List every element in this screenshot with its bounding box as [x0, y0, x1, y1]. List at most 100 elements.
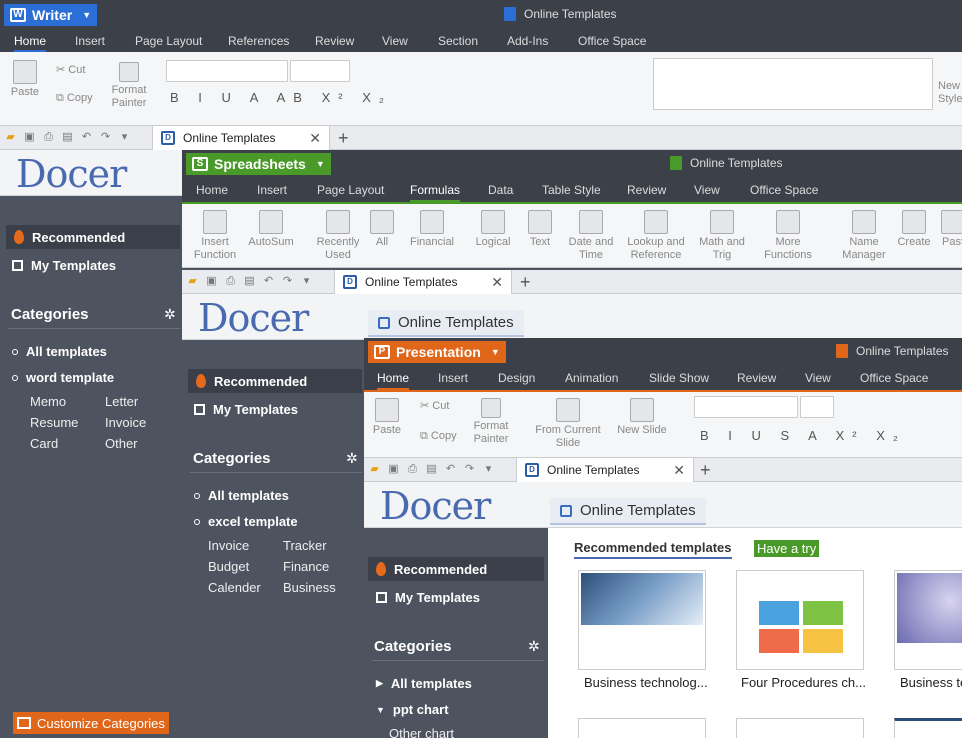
open-icon[interactable]: ▰ [186, 275, 199, 288]
template-thumbnail-1[interactable] [578, 570, 706, 670]
subcategory-business[interactable]: Business [283, 580, 336, 595]
more-functions-button[interactable]: More Functions [756, 210, 820, 262]
save-icon[interactable]: ▣ [387, 463, 400, 476]
template-thumbnail-6[interactable] [894, 718, 962, 738]
tab-insert[interactable]: Insert [257, 183, 287, 197]
new-tab-button[interactable]: + [700, 460, 711, 481]
open-icon[interactable]: ▰ [4, 131, 17, 144]
tab-design[interactable]: Design [498, 371, 535, 385]
insert-function-button[interactable]: Insert Function [188, 210, 242, 262]
recently-used-button[interactable]: Recently Used [312, 210, 364, 262]
open-icon[interactable]: ▰ [368, 463, 381, 476]
new-tab-button[interactable]: + [338, 128, 349, 149]
chevron-down-icon[interactable]: ▾ [118, 131, 131, 144]
autosum-button[interactable]: AutoSum [244, 210, 298, 249]
template-caption-2[interactable]: Four Procedures ch... [741, 675, 865, 690]
category-all-templates[interactable]: All templates [194, 488, 289, 503]
tab-home[interactable]: Home [196, 183, 228, 197]
preview-icon[interactable]: ▤ [61, 131, 74, 144]
template-caption-3[interactable]: Business te [900, 675, 962, 690]
chevron-down-icon[interactable]: ▾ [482, 463, 495, 476]
tab-page-layout[interactable]: Page Layout [135, 34, 202, 48]
subcategory-invoice[interactable]: Invoice [105, 415, 146, 430]
print-icon[interactable]: ⎙ [406, 463, 419, 476]
paste-button[interactable]: Past [938, 210, 962, 249]
tab-review[interactable]: Review [315, 34, 354, 48]
subcategory-resume[interactable]: Resume [30, 415, 78, 430]
from-current-slide-button[interactable]: From Current Slide [530, 398, 606, 450]
sidebar-item-my-templates[interactable]: My Templates [4, 253, 182, 277]
sidebar-item-my-templates[interactable]: My Templates [186, 397, 364, 421]
undo-icon[interactable]: ↶ [80, 131, 93, 144]
template-caption-1[interactable]: Business technolog... [584, 675, 708, 690]
tab-table-style[interactable]: Table Style [542, 183, 601, 197]
new-tab-button[interactable]: + [520, 272, 531, 293]
subcategory-calender[interactable]: Calender [208, 580, 261, 595]
tab-section[interactable]: Section [438, 34, 478, 48]
redo-icon[interactable]: ↷ [99, 131, 112, 144]
gear-icon[interactable]: ✲ [346, 450, 358, 467]
tab-view[interactable]: View [805, 371, 831, 385]
redo-icon[interactable]: ↷ [463, 463, 476, 476]
subcategory-invoice[interactable]: Invoice [208, 538, 249, 553]
style-gallery[interactable] [653, 58, 933, 110]
create-button[interactable]: Create [894, 210, 934, 249]
spreadsheets-content-tab[interactable]: Online Templates [368, 310, 524, 337]
math-trig-button[interactable]: Math and Trig [694, 210, 750, 262]
presentation-content-tab[interactable]: Online Templates [550, 498, 706, 525]
tab-review[interactable]: Review [627, 183, 666, 197]
undo-icon[interactable]: ↶ [262, 275, 275, 288]
tab-page-layout[interactable]: Page Layout [317, 183, 384, 197]
financial-button[interactable]: Financial [404, 210, 460, 249]
print-icon[interactable]: ⎙ [42, 131, 55, 144]
subcategory-other-chart[interactable]: Other chart [389, 726, 454, 738]
tab-view[interactable]: View [694, 183, 720, 197]
tab-insert[interactable]: Insert [438, 371, 468, 385]
all-functions-button[interactable]: All [366, 210, 398, 249]
format-painter-button[interactable]: Format Painter [470, 398, 512, 446]
presentation-doc-tab[interactable]: D Online Templates ✕ [516, 458, 694, 482]
copy-button[interactable]: ⧉ Copy [56, 92, 106, 105]
writer-doc-tab[interactable]: D Online Templates ✕ [152, 126, 330, 150]
preview-icon[interactable]: ▤ [425, 463, 438, 476]
category-excel-template[interactable]: excel template [194, 514, 298, 529]
subcategory-other[interactable]: Other [105, 436, 138, 451]
preview-icon[interactable]: ▤ [243, 275, 256, 288]
category-all-templates[interactable]: All templates [12, 344, 107, 359]
new-style-button[interactable]: New Style [938, 80, 962, 106]
cut-button[interactable]: ✂ Cut [420, 400, 464, 413]
logical-button[interactable]: Logical [468, 210, 518, 249]
sidebar-item-my-templates[interactable]: My Templates [368, 585, 548, 609]
category-word-template[interactable]: word template [12, 370, 114, 385]
font-name-select[interactable] [166, 60, 288, 82]
date-time-button[interactable]: Date and Time [564, 210, 618, 262]
tab-insert[interactable]: Insert [75, 34, 105, 48]
tab-office-space[interactable]: Office Space [860, 371, 928, 385]
new-slide-button[interactable]: New Slide [612, 398, 672, 437]
paste-button[interactable]: Paste [8, 60, 42, 99]
spreadsheets-doc-tab[interactable]: D Online Templates ✕ [334, 270, 512, 294]
tab-office-space[interactable]: Office Space [750, 183, 818, 197]
have-a-try-button[interactable]: Have a try [754, 540, 820, 557]
name-manager-button[interactable]: Name Manager [836, 210, 892, 262]
template-thumbnail-2[interactable] [736, 570, 864, 670]
subcategory-budget[interactable]: Budget [208, 559, 249, 574]
save-icon[interactable]: ▣ [205, 275, 218, 288]
writer-app-button[interactable]: W Writer ▼ [4, 4, 98, 26]
lookup-reference-button[interactable]: Lookup and Reference [622, 210, 690, 262]
gear-icon[interactable]: ✲ [164, 306, 176, 323]
tab-formulas[interactable]: Formulas [410, 183, 461, 202]
template-thumbnail-4[interactable] [578, 718, 706, 738]
font-size-select[interactable] [800, 396, 834, 418]
sidebar-item-recommended[interactable]: Recommended [188, 369, 362, 393]
tab-review[interactable]: Review [737, 371, 776, 385]
tab-office-space[interactable]: Office Space [578, 34, 646, 48]
customize-categories-button[interactable]: Customize Categories [13, 712, 169, 734]
tab-slide-show[interactable]: Slide Show [649, 371, 709, 385]
sidebar-item-recommended[interactable]: Recommended [368, 557, 544, 581]
close-icon[interactable]: ✕ [673, 462, 685, 479]
close-icon[interactable]: ✕ [491, 274, 503, 291]
subcategory-tracker[interactable]: Tracker [283, 538, 327, 553]
redo-icon[interactable]: ↷ [281, 275, 294, 288]
template-thumbnail-3[interactable] [894, 570, 962, 670]
